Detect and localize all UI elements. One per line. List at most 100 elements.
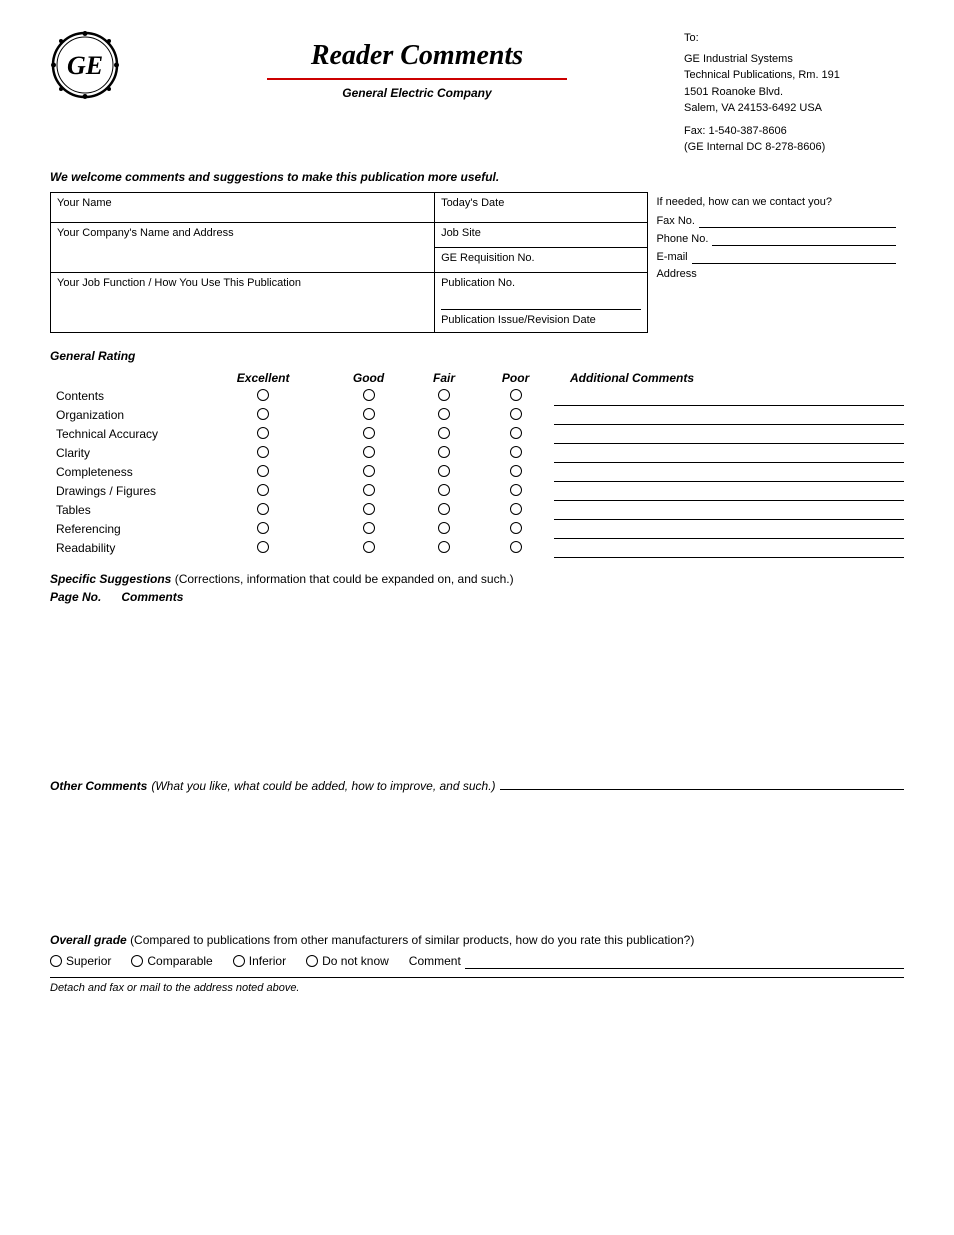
rating-row: Technical Accuracy: [50, 425, 904, 444]
circle-poor-1[interactable]: [510, 408, 522, 420]
address-area: To: GE Industrial Systems Technical Publ…: [684, 30, 904, 156]
circle-good-4[interactable]: [363, 465, 375, 477]
radio-excellent-8[interactable]: [200, 539, 326, 558]
radio-good-0[interactable]: [326, 387, 411, 406]
circle-poor-0[interactable]: [510, 389, 522, 401]
radio-poor-5[interactable]: [477, 482, 554, 501]
radio-fair-4[interactable]: [411, 463, 477, 482]
subtitle: General Electric Company: [342, 86, 491, 100]
circle-fair-5[interactable]: [438, 484, 450, 496]
radio-excellent-3[interactable]: [200, 444, 326, 463]
rating-row: Organization: [50, 406, 904, 425]
radio-fair-2[interactable]: [411, 425, 477, 444]
radio-excellent-1[interactable]: [200, 406, 326, 425]
circle-fair-6[interactable]: [438, 503, 450, 515]
other-comments-desc: (What you like, what could be added, how…: [151, 779, 495, 793]
circle-fair-7[interactable]: [438, 522, 450, 534]
rating-comment-cell: [554, 482, 904, 501]
radio-fair-0[interactable]: [411, 387, 477, 406]
radio-fair-7[interactable]: [411, 520, 477, 539]
th-fair: Fair: [411, 369, 477, 387]
circle-fair-4[interactable]: [438, 465, 450, 477]
circle-excellent-4[interactable]: [257, 465, 269, 477]
radio-excellent-7[interactable]: [200, 520, 326, 539]
rating-comment-cell: [554, 501, 904, 520]
circle-good-6[interactable]: [363, 503, 375, 515]
radio-good-5[interactable]: [326, 482, 411, 501]
circle-excellent-5[interactable]: [257, 484, 269, 496]
radio-good-1[interactable]: [326, 406, 411, 425]
radio-poor-7[interactable]: [477, 520, 554, 539]
rating-comment-cell: [554, 520, 904, 539]
radio-poor-2[interactable]: [477, 425, 554, 444]
circle-excellent-6[interactable]: [257, 503, 269, 515]
circle-poor-3[interactable]: [510, 446, 522, 458]
circle-excellent-0[interactable]: [257, 389, 269, 401]
circle-excellent-2[interactable]: [257, 427, 269, 439]
circle-poor-6[interactable]: [510, 503, 522, 515]
circle-poor-7[interactable]: [510, 522, 522, 534]
th-poor: Poor: [477, 369, 554, 387]
circle-poor-2[interactable]: [510, 427, 522, 439]
radio-comparable[interactable]: [131, 955, 143, 967]
rating-row-label: Clarity: [50, 444, 200, 463]
rating-row-label: Completeness: [50, 463, 200, 482]
radio-poor-4[interactable]: [477, 463, 554, 482]
circle-excellent-8[interactable]: [257, 541, 269, 553]
circle-good-7[interactable]: [363, 522, 375, 534]
radio-good-4[interactable]: [326, 463, 411, 482]
radio-excellent-4[interactable]: [200, 463, 326, 482]
rating-row: Clarity: [50, 444, 904, 463]
address-line3: 1501 Roanoke Blvd.: [684, 84, 904, 101]
radio-fair-3[interactable]: [411, 444, 477, 463]
circle-good-0[interactable]: [363, 389, 375, 401]
radio-fair-8[interactable]: [411, 539, 477, 558]
radio-excellent-6[interactable]: [200, 501, 326, 520]
circle-excellent-3[interactable]: [257, 446, 269, 458]
circle-poor-5[interactable]: [510, 484, 522, 496]
circle-fair-0[interactable]: [438, 389, 450, 401]
radio-fair-6[interactable]: [411, 501, 477, 520]
circle-fair-1[interactable]: [438, 408, 450, 420]
ge-logo: GE: [50, 30, 150, 103]
circle-poor-4[interactable]: [510, 465, 522, 477]
radio-good-3[interactable]: [326, 444, 411, 463]
radio-poor-6[interactable]: [477, 501, 554, 520]
radio-good-2[interactable]: [326, 425, 411, 444]
radio-donotknow[interactable]: [306, 955, 318, 967]
overall-grade-desc: (Compared to publications from other man…: [130, 933, 694, 947]
radio-superior[interactable]: [50, 955, 62, 967]
radio-poor-1[interactable]: [477, 406, 554, 425]
circle-fair-2[interactable]: [438, 427, 450, 439]
circle-fair-3[interactable]: [438, 446, 450, 458]
other-comments-line: [500, 774, 904, 790]
radio-excellent-5[interactable]: [200, 482, 326, 501]
radio-poor-3[interactable]: [477, 444, 554, 463]
circle-good-2[interactable]: [363, 427, 375, 439]
radio-excellent-2[interactable]: [200, 425, 326, 444]
grade-comparable: Comparable: [131, 954, 212, 968]
label-inferior: Inferior: [249, 954, 286, 968]
th-additional: Additional Comments: [554, 369, 904, 387]
circle-good-1[interactable]: [363, 408, 375, 420]
radio-good-7[interactable]: [326, 520, 411, 539]
phone-underline: [712, 232, 896, 246]
circle-good-5[interactable]: [363, 484, 375, 496]
radio-poor-0[interactable]: [477, 387, 554, 406]
circle-excellent-7[interactable]: [257, 522, 269, 534]
radio-inferior[interactable]: [233, 955, 245, 967]
radio-fair-5[interactable]: [411, 482, 477, 501]
circle-poor-8[interactable]: [510, 541, 522, 553]
radio-good-8[interactable]: [326, 539, 411, 558]
radio-poor-8[interactable]: [477, 539, 554, 558]
company-name-cell: Your Company's Name and Address: [51, 222, 435, 272]
circle-good-8[interactable]: [363, 541, 375, 553]
radio-good-6[interactable]: [326, 501, 411, 520]
radio-excellent-0[interactable]: [200, 387, 326, 406]
circle-fair-8[interactable]: [438, 541, 450, 553]
circle-good-3[interactable]: [363, 446, 375, 458]
radio-fair-1[interactable]: [411, 406, 477, 425]
job-site-cell: Job Site: [435, 222, 648, 247]
comment-grade: Comment: [409, 953, 904, 969]
circle-excellent-1[interactable]: [257, 408, 269, 420]
